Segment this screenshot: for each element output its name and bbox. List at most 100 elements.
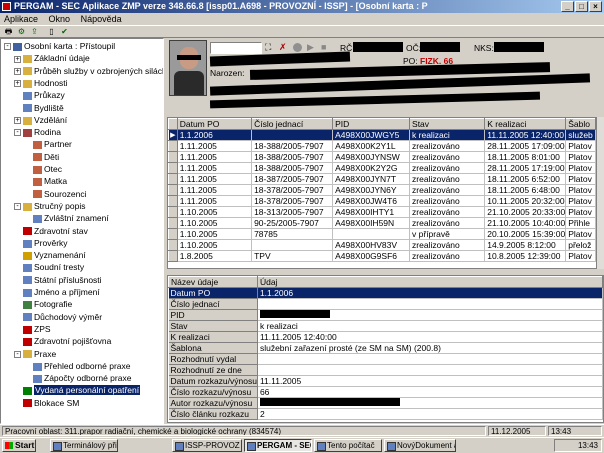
collapse-icon[interactable]: - bbox=[14, 350, 21, 358]
task-document[interactable]: NovýDokument a... bbox=[384, 439, 456, 452]
task-pergam[interactable]: PERGAM - SEC ... bbox=[244, 439, 312, 452]
tree-item[interactable]: - Stručný popis bbox=[14, 201, 86, 212]
clear-icon[interactable]: ✗ bbox=[279, 42, 287, 53]
export-icon[interactable]: ⇪ bbox=[29, 27, 40, 37]
detail-row[interactable]: Datum rozkazu/výnosu 11.11.2005 bbox=[168, 375, 603, 387]
table-row[interactable]: 1.11.2005 18-388/2005-7907 A498X00K2Y1L zre… bbox=[168, 140, 596, 152]
tree-item[interactable]: Zdravotní pojišťovna bbox=[14, 336, 111, 347]
tree-item[interactable]: Vyznamenání bbox=[14, 250, 86, 261]
column-header[interactable]: Stav bbox=[409, 118, 486, 130]
column-header[interactable]: PID bbox=[332, 118, 411, 130]
print-icon[interactable]: 🖶 bbox=[3, 27, 14, 37]
tree-item[interactable]: - Rodina bbox=[14, 127, 61, 138]
tree-item[interactable]: Zápočty odborné praxe bbox=[24, 373, 131, 384]
expand-icon[interactable]: + bbox=[14, 117, 21, 125]
row-indicator[interactable] bbox=[168, 140, 178, 152]
row-indicator[interactable] bbox=[168, 217, 178, 229]
tree-item[interactable]: - Osobní karta : Přístoupil bbox=[4, 41, 115, 52]
tree-item[interactable]: Blokace SM bbox=[14, 398, 79, 409]
tree-item[interactable]: Bydliště bbox=[14, 103, 64, 114]
binoculars-icon[interactable]: ⛶ bbox=[265, 42, 271, 53]
table-row[interactable]: 1.11.2005 18-388/2005-7907 A498X00JYNSW zre… bbox=[168, 151, 596, 163]
tree-item[interactable]: Jméno a příjmení bbox=[14, 287, 100, 298]
expand-icon[interactable]: + bbox=[14, 55, 21, 63]
tree-icon[interactable]: ⚙ bbox=[16, 27, 27, 37]
task-issp[interactable]: ISSP-PROVOZ DB... bbox=[172, 439, 242, 452]
record-icon[interactable] bbox=[293, 43, 302, 52]
tree-item[interactable]: Partner bbox=[24, 139, 72, 150]
tree-item[interactable]: + Hodnosti bbox=[14, 78, 68, 89]
table-row[interactable]: 1.10.2005 78785 v přípravě 20.10.2005 15:39… bbox=[168, 228, 596, 240]
collapse-icon[interactable]: - bbox=[14, 129, 21, 137]
tree-item[interactable]: - Praxe bbox=[14, 349, 56, 360]
tree-item[interactable]: Důchodový výměr bbox=[14, 312, 102, 323]
row-indicator[interactable] bbox=[168, 195, 178, 207]
column-header[interactable]: Šablo bbox=[565, 118, 596, 130]
detail-row[interactable]: PID bbox=[168, 309, 603, 321]
table-row[interactable]: 1.10.2005 A498X00HV83V zrealizováno 14.9.20… bbox=[168, 239, 596, 251]
stop-icon[interactable]: ■ bbox=[321, 42, 326, 52]
expand-icon[interactable]: + bbox=[14, 80, 21, 88]
tree-item[interactable]: + Průběh služby v ozbrojených silách bbox=[14, 66, 163, 77]
tree-item[interactable]: Sourozenci bbox=[24, 189, 87, 200]
tree-item[interactable]: Fotografie bbox=[14, 299, 72, 310]
tree-item[interactable]: Průkazy bbox=[14, 90, 65, 101]
play-icon[interactable]: ▶ bbox=[307, 42, 314, 53]
check-icon[interactable]: ✔ bbox=[59, 27, 70, 37]
detail-row[interactable]: Číslo jednací bbox=[168, 298, 603, 310]
row-indicator[interactable] bbox=[168, 239, 178, 251]
start-button[interactable]: Start bbox=[2, 439, 36, 452]
row-indicator[interactable] bbox=[168, 151, 178, 163]
detail-row[interactable]: Datum PO 1.1.2006 bbox=[168, 287, 603, 299]
collapse-icon[interactable]: - bbox=[14, 203, 21, 211]
menu-okno[interactable]: Okno bbox=[49, 14, 71, 24]
task-computer[interactable]: Tento počítač bbox=[314, 439, 382, 452]
tree-item[interactable]: + Vzdělání bbox=[14, 115, 67, 126]
expand-icon[interactable]: + bbox=[14, 67, 21, 75]
tree-item[interactable]: Matka bbox=[24, 176, 67, 187]
tree-item[interactable]: Zvláštní znamení bbox=[24, 213, 109, 224]
tree-item[interactable]: Otec bbox=[24, 164, 62, 175]
table-row[interactable]: ▶ 1.1.2006 A498X00JWGY5 k realizaci 11.11.20… bbox=[168, 129, 596, 141]
column-header[interactable]: Číslo jednací bbox=[251, 118, 334, 130]
row-indicator[interactable] bbox=[168, 250, 178, 262]
column-header[interactable]: K realizaci bbox=[484, 118, 567, 130]
document-icon[interactable]: ▯ bbox=[46, 27, 57, 37]
collapse-icon[interactable]: - bbox=[4, 43, 11, 51]
table-row[interactable]: 1.11.2005 18-378/2005-7907 A498X00JYN6Y zre… bbox=[168, 184, 596, 196]
row-indicator[interactable] bbox=[168, 173, 178, 185]
detail-row[interactable]: Stav k realizaci bbox=[168, 320, 603, 332]
row-indicator[interactable] bbox=[168, 162, 178, 174]
table-row[interactable]: 1.11.2005 18-387/2005-7907 A498X00JYN7T zre… bbox=[168, 173, 596, 185]
minimize-button[interactable]: _ bbox=[561, 1, 574, 12]
tree-item[interactable]: Prověrky bbox=[14, 238, 68, 249]
row-pointer-icon[interactable]: ▶ bbox=[168, 129, 178, 141]
table-row[interactable]: 1.8.2005 TPV A498X00G9SF6 zrealizováno 10.8.… bbox=[168, 250, 596, 262]
splitter[interactable] bbox=[165, 270, 604, 274]
tree-item[interactable]: + Základní údaje bbox=[14, 53, 90, 64]
row-indicator[interactable] bbox=[168, 228, 178, 240]
tree-item[interactable]: Přehled odborné praxe bbox=[24, 361, 130, 372]
detail-row[interactable]: Šablona služební zařazení prosté (ze SM n… bbox=[168, 342, 603, 354]
detail-row[interactable]: Číslo rozkazu/výnosu 66 bbox=[168, 386, 603, 398]
tree-item[interactable]: Státní příslušnosti bbox=[14, 275, 102, 286]
tree-item[interactable]: ZPS bbox=[14, 324, 51, 335]
table-row[interactable]: 1.11.2005 18-388/2005-7907 A498X00K2Y2G zre… bbox=[168, 162, 596, 174]
row-indicator[interactable] bbox=[168, 184, 178, 196]
detail-row[interactable]: Autor rozkazu/výnosu bbox=[168, 397, 603, 409]
grid-scrollbar[interactable] bbox=[597, 117, 604, 269]
detail-row[interactable]: Rozhodnutí ze dne bbox=[168, 364, 603, 376]
task-terminal[interactable]: Terminálový přist... bbox=[50, 439, 118, 452]
search-input[interactable] bbox=[210, 42, 262, 54]
detail-row[interactable]: Číslo článku rozkazu 2 bbox=[168, 408, 603, 420]
detail-row[interactable]: K realizaci 11.11.2005 12:40:00 bbox=[168, 331, 603, 343]
table-row[interactable]: 1.10.2005 18-313/2005-7907 A498X00IHTY1 zre… bbox=[168, 206, 596, 218]
menu-napoveda[interactable]: Nápověda bbox=[81, 14, 122, 24]
tree-item[interactable]: Zdravotní stav bbox=[14, 226, 88, 237]
maximize-button[interactable]: □ bbox=[575, 1, 588, 12]
row-indicator[interactable] bbox=[168, 206, 178, 218]
tree-item[interactable]: Soudní tresty bbox=[14, 262, 84, 273]
tree-item[interactable]: Vydaná personální opatření bbox=[14, 385, 141, 396]
detail-row[interactable]: Rozhodnutí vydal bbox=[168, 353, 603, 365]
menu-aplikace[interactable]: Aplikace bbox=[4, 14, 38, 24]
